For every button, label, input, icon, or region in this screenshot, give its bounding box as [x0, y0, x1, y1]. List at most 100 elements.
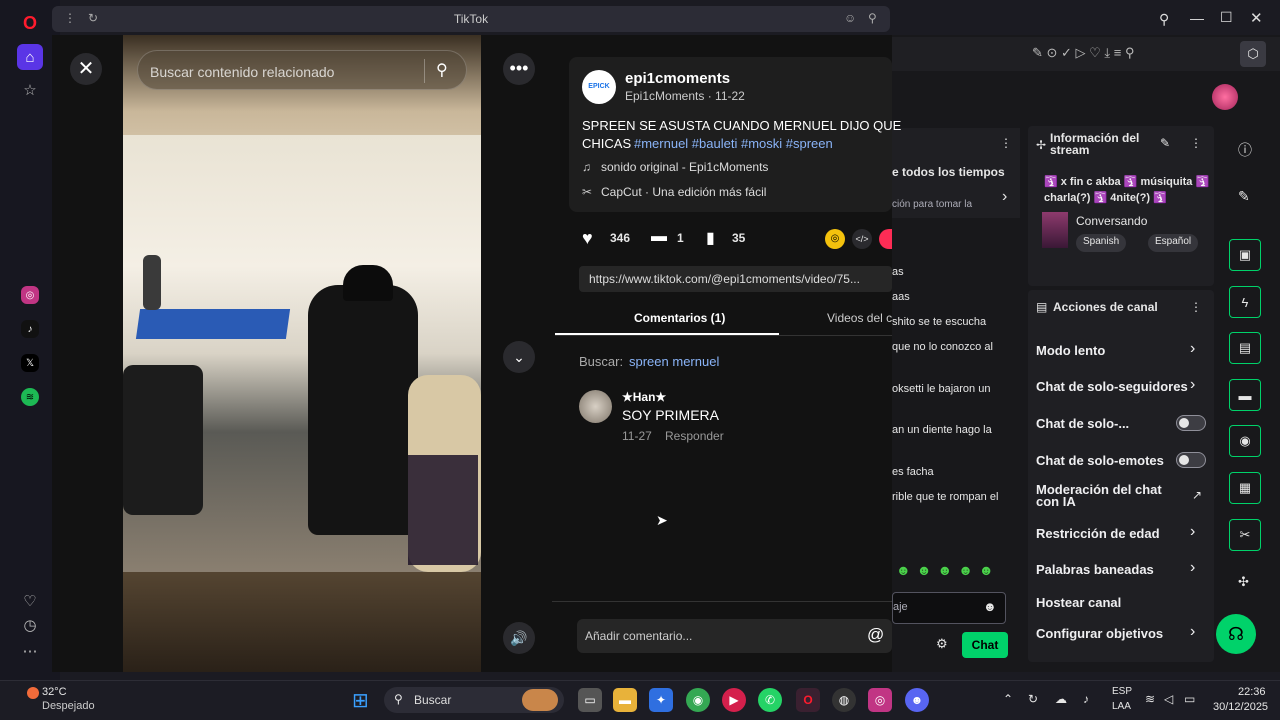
action-slow-mode[interactable]: Modo lento › [1036, 340, 1208, 360]
channel-actions-menu-icon[interactable]: ⋮ [1190, 300, 1202, 314]
instagram-icon[interactable]: ◎ [21, 286, 39, 304]
chrome-icon[interactable]: ◉ [686, 688, 710, 712]
action-followers-only[interactable]: Chat de solo-seguidores › [1036, 376, 1208, 396]
video-link-field[interactable]: https://www.tiktok.com/@epi1cmoments/vid… [579, 266, 892, 292]
reply-button[interactable]: Responder [665, 429, 724, 443]
action-banned-words[interactable]: Palabras baneadas › [1036, 559, 1208, 579]
weather-icon[interactable] [27, 687, 39, 699]
wifi-icon[interactable]: ≋ [1145, 692, 1155, 706]
author-avatar[interactable]: EPICK [582, 70, 616, 104]
caption-hashtags[interactable]: #mernuel #bauleti #moski #spreen [634, 136, 833, 151]
settings-gear-icon[interactable]: ⚙ [936, 636, 948, 652]
like-icon[interactable]: ♥ [582, 228, 593, 249]
video-frame[interactable] [123, 135, 481, 572]
clip-icon[interactable]: ▣ [1229, 239, 1261, 271]
action-host-channel[interactable]: Hostear canal [1036, 594, 1208, 612]
action-configure-goals[interactable]: Configurar objetivos › [1036, 623, 1208, 643]
sound-name[interactable]: sonido original - Epi1cMoments [601, 160, 768, 174]
leaderboard-menu-icon[interactable]: ⋮ [1000, 136, 1012, 150]
stream-info-menu-icon[interactable]: ⋮ [1190, 136, 1202, 150]
wrench-icon[interactable]: ✂ [1229, 519, 1261, 551]
subs-only-toggle[interactable] [1176, 415, 1206, 431]
cloud-icon[interactable]: ☁ [1055, 692, 1067, 706]
file-explorer-icon[interactable]: ▬ [613, 688, 637, 712]
tiktok-icon[interactable]: ♪ [21, 320, 39, 338]
more-options-button[interactable]: ••• [503, 53, 535, 85]
bookmark-icon[interactable]: ▮ [706, 228, 715, 248]
extension-icon[interactable]: ⬡ [1240, 41, 1266, 67]
sync-icon[interactable]: ↻ [1028, 692, 1038, 706]
chat-input[interactable]: aje ☻ [892, 592, 1006, 624]
commenter-name[interactable]: ★Han★ [622, 390, 666, 404]
taskbar-search[interactable]: ⚲ Buscar [384, 687, 564, 713]
minimize-icon[interactable]: — [1190, 10, 1204, 26]
chevron-right-icon[interactable]: › [1002, 188, 1007, 206]
maximize-icon[interactable]: ☐ [1220, 9, 1233, 26]
task-view-icon[interactable]: ▭ [578, 688, 602, 712]
home-icon[interactable]: ⌂ [17, 44, 43, 70]
edit-icon[interactable]: ✎ [1160, 136, 1170, 150]
extensions-icon[interactable]: ✣ [1238, 574, 1249, 590]
microphone-icon[interactable]: ♪ [1083, 692, 1089, 706]
comment-icon[interactable]: ▬ [651, 228, 667, 246]
action-age-restriction[interactable]: Restricción de edad › [1036, 523, 1208, 543]
opera-taskbar-icon[interactable]: O [796, 688, 820, 712]
emoji-icon[interactable]: ☺ [844, 11, 856, 25]
pin-icon[interactable]: ⚲ [868, 11, 877, 25]
info-icon[interactable]: ⓘ [1238, 140, 1252, 160]
search-query-link[interactable]: spreen mernuel [629, 354, 719, 369]
capcut-link[interactable]: CapCut · Una edición más fácil [601, 185, 766, 199]
windows-start-icon[interactable]: ⊞ [352, 688, 369, 713]
commenter-avatar[interactable] [579, 390, 612, 423]
next-video-button[interactable]: ⌄ [503, 341, 535, 373]
pencil-icon[interactable]: ✎ [1238, 188, 1250, 205]
search-icon[interactable]: ⚲ [1159, 11, 1169, 28]
lightning-icon[interactable]: ϟ [1229, 286, 1261, 318]
spotify-icon[interactable]: ≋ [21, 388, 39, 406]
star-icon[interactable]: ☆ [17, 77, 43, 103]
search-icon[interactable]: ⚲ [436, 60, 448, 80]
heart-icon[interactable]: ♡ [17, 588, 43, 614]
action-ai-moderation[interactable]: Moderación del chat con IA ↗ [1036, 483, 1208, 512]
volume-icon[interactable]: ◁ [1164, 692, 1173, 706]
more-icon[interactable]: ⋯ [17, 638, 43, 664]
author-username[interactable]: epi1cmoments [625, 70, 730, 87]
layout-icon[interactable]: ▦ [1229, 472, 1261, 504]
add-comment-input[interactable]: Añadir comentario... @ [577, 619, 892, 653]
user-avatar[interactable] [1212, 84, 1238, 110]
broadcast-icon[interactable]: ◉ [1229, 425, 1261, 457]
steam-icon[interactable]: ◍ [832, 688, 856, 712]
notes-icon[interactable]: ▤ [1229, 332, 1261, 364]
lang-primary[interactable]: ESP [1112, 686, 1132, 697]
tab-comments[interactable]: Comentarios (1) [634, 311, 725, 325]
close-window-icon[interactable]: ✕ [1250, 9, 1263, 27]
search-input[interactable]: Buscar contenido relacionado ⚲ [137, 50, 467, 90]
opera-logo-icon[interactable]: O [17, 10, 43, 36]
mention-icon[interactable]: @ [867, 625, 884, 645]
discord-icon[interactable]: ☻ [905, 688, 929, 712]
share-icon[interactable] [879, 229, 892, 249]
emoji-icon[interactable]: ☻ [983, 599, 997, 614]
support-headset-icon[interactable]: ☊ [1216, 614, 1256, 654]
tag-espanol[interactable]: Español [1148, 234, 1199, 252]
tray-chevron-icon[interactable]: ⌃ [1003, 692, 1013, 706]
tab-videos[interactable]: Videos del c [827, 311, 892, 325]
clock-time[interactable]: 22:36 [1238, 686, 1266, 698]
volume-button[interactable]: 🔊 [503, 622, 535, 654]
x-icon[interactable]: 𝕏 [21, 354, 39, 372]
clock-date[interactable]: 30/12/2025 [1213, 701, 1268, 713]
tag-spanish[interactable]: Spanish [1076, 234, 1127, 252]
history-icon[interactable]: ◷ [17, 612, 43, 638]
lang-secondary[interactable]: LAA [1112, 701, 1131, 712]
instagram-taskbar-icon[interactable]: ◎ [868, 688, 892, 712]
embed-code-icon[interactable]: </> [852, 229, 872, 249]
media-player-icon[interactable]: ▶ [722, 688, 746, 712]
emotes-only-toggle[interactable] [1176, 452, 1206, 468]
battery-icon[interactable]: ▭ [1184, 692, 1195, 706]
chat-bubble-icon[interactable]: ▬ [1229, 379, 1261, 411]
whatsapp-icon[interactable]: ✆ [758, 688, 782, 712]
toolbar-icons[interactable]: ✎ ⊙ ✓ ▷ ♡ ⤓ ≡ ⚲ [1032, 45, 1134, 61]
chat-send-button[interactable]: Chat [962, 632, 1008, 658]
emote-bar[interactable]: ☻☻☻☻☻ [896, 562, 1000, 578]
coin-icon[interactable]: ◎ [825, 229, 845, 249]
